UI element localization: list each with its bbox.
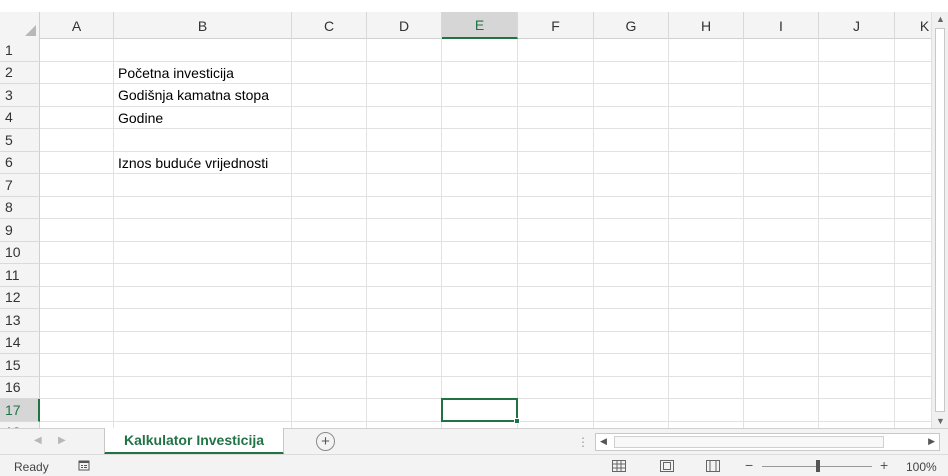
cell-b6[interactable]: Iznos buduće vrijednosti [114, 152, 268, 174]
horizontal-scroll-thumb[interactable] [614, 436, 884, 448]
sheet-tab-kalkulator-investicija[interactable]: Kalkulator Investicija [104, 428, 284, 455]
spreadsheet-app: ABCDEFGHIJK 123456789101112131415161718 … [0, 0, 948, 476]
gridline-vertical [818, 39, 819, 428]
tab-split-handle-icon[interactable]: ⋮ [577, 435, 589, 449]
row-header-9[interactable]: 9 [0, 219, 40, 242]
row-header-11[interactable]: 11 [0, 264, 40, 287]
row-header-8[interactable]: 8 [0, 196, 40, 219]
vertical-scrollbar[interactable]: ▲ ▼ [931, 12, 948, 428]
row-header-17[interactable]: 17 [0, 399, 40, 422]
row-header-12[interactable]: 12 [0, 286, 40, 309]
vertical-scroll-thumb[interactable] [935, 28, 945, 412]
gridline-vertical [366, 39, 367, 428]
row-header-7[interactable]: 7 [0, 174, 40, 197]
status-text: Ready [14, 460, 49, 474]
horizontal-scrollbar[interactable]: ◀ ▶ [595, 433, 940, 451]
row-header-15[interactable]: 15 [0, 354, 40, 377]
column-header-f[interactable]: F [518, 12, 594, 39]
select-all-icon [25, 25, 36, 36]
gridline-horizontal [40, 240, 948, 242]
top-strip [0, 0, 948, 12]
row-header-14[interactable]: 14 [0, 331, 40, 354]
gridline-vertical [894, 39, 895, 428]
gridline-horizontal [40, 263, 948, 264]
page-break-view-icon[interactable] [706, 460, 720, 472]
zoom-in-button[interactable]: + [880, 457, 888, 473]
scroll-right-icon[interactable]: ▶ [928, 436, 935, 447]
active-cell-e17[interactable] [441, 398, 518, 422]
add-sheet-button[interactable]: + [316, 432, 335, 451]
column-header-a[interactable]: A [40, 12, 114, 39]
sheet-tab-bar: ◀ ▶ Kalkulator Investicija + ⋮ ◀ ▶ [0, 428, 948, 455]
zoom-out-button[interactable]: − [745, 457, 753, 473]
column-header-i[interactable]: I [744, 12, 819, 39]
worksheet-grid[interactable]: ABCDEFGHIJK 123456789101112131415161718 … [0, 12, 948, 428]
select-all-corner[interactable] [0, 12, 40, 39]
row-header-2[interactable]: 2 [0, 61, 40, 84]
column-header-d[interactable]: D [367, 12, 442, 39]
macro-recording-icon[interactable] [78, 459, 90, 471]
row-header-6[interactable]: 6 [0, 151, 40, 174]
gridline-horizontal [40, 128, 948, 129]
gridline-vertical [291, 39, 292, 428]
gridline-vertical [743, 39, 744, 428]
row-header-5[interactable]: 5 [0, 129, 40, 152]
gridline-horizontal [40, 308, 948, 309]
scroll-up-icon[interactable]: ▲ [936, 14, 945, 24]
sheet-tab-label: Kalkulator Investicija [123, 432, 265, 448]
cell-b4[interactable]: Godine [114, 107, 163, 129]
cell-b2[interactable]: Početna investicija [114, 62, 234, 84]
scroll-left-icon[interactable]: ◀ [600, 436, 607, 447]
zoom-slider-thumb[interactable] [816, 460, 820, 472]
column-header-c[interactable]: C [292, 12, 367, 39]
row-header-10[interactable]: 10 [0, 241, 40, 264]
scroll-down-icon[interactable]: ▼ [936, 416, 945, 426]
cell-b3[interactable]: Godišnja kamatna stopa [114, 84, 269, 106]
gridline-vertical [593, 39, 594, 428]
gridline-horizontal [40, 330, 948, 332]
prev-sheet-icon[interactable]: ◀ [34, 435, 42, 446]
column-header-e[interactable]: E [442, 12, 518, 39]
row-header-1[interactable]: 1 [0, 39, 40, 62]
status-bar: Ready − + 100% [0, 454, 948, 476]
column-header-g[interactable]: G [594, 12, 669, 39]
column-header-h[interactable]: H [669, 12, 744, 39]
column-header-j[interactable]: J [819, 12, 895, 39]
row-header-13[interactable]: 13 [0, 309, 40, 332]
page-layout-view-icon[interactable] [660, 460, 674, 472]
gridline-vertical [441, 39, 442, 428]
column-header-row: ABCDEFGHIJK [0, 12, 948, 39]
row-header-4[interactable]: 4 [0, 106, 40, 129]
cell-area[interactable]: Početna investicija Godišnja kamatna stop… [40, 39, 948, 428]
gridline-horizontal [40, 353, 948, 354]
gridline-horizontal [40, 218, 948, 219]
gridline-horizontal [40, 375, 948, 377]
gridline-vertical [517, 39, 518, 428]
gridline-vertical [668, 39, 669, 428]
next-sheet-icon[interactable]: ▶ [58, 435, 66, 446]
fill-handle[interactable] [514, 417, 520, 424]
gridline-horizontal [40, 195, 948, 197]
row-header-16[interactable]: 16 [0, 376, 40, 399]
normal-view-icon[interactable] [612, 460, 626, 472]
column-header-b[interactable]: B [114, 12, 292, 39]
gridline-horizontal [40, 285, 948, 287]
zoom-level[interactable]: 100% [906, 460, 937, 474]
plus-icon: + [321, 433, 330, 450]
row-header-3[interactable]: 3 [0, 84, 40, 107]
